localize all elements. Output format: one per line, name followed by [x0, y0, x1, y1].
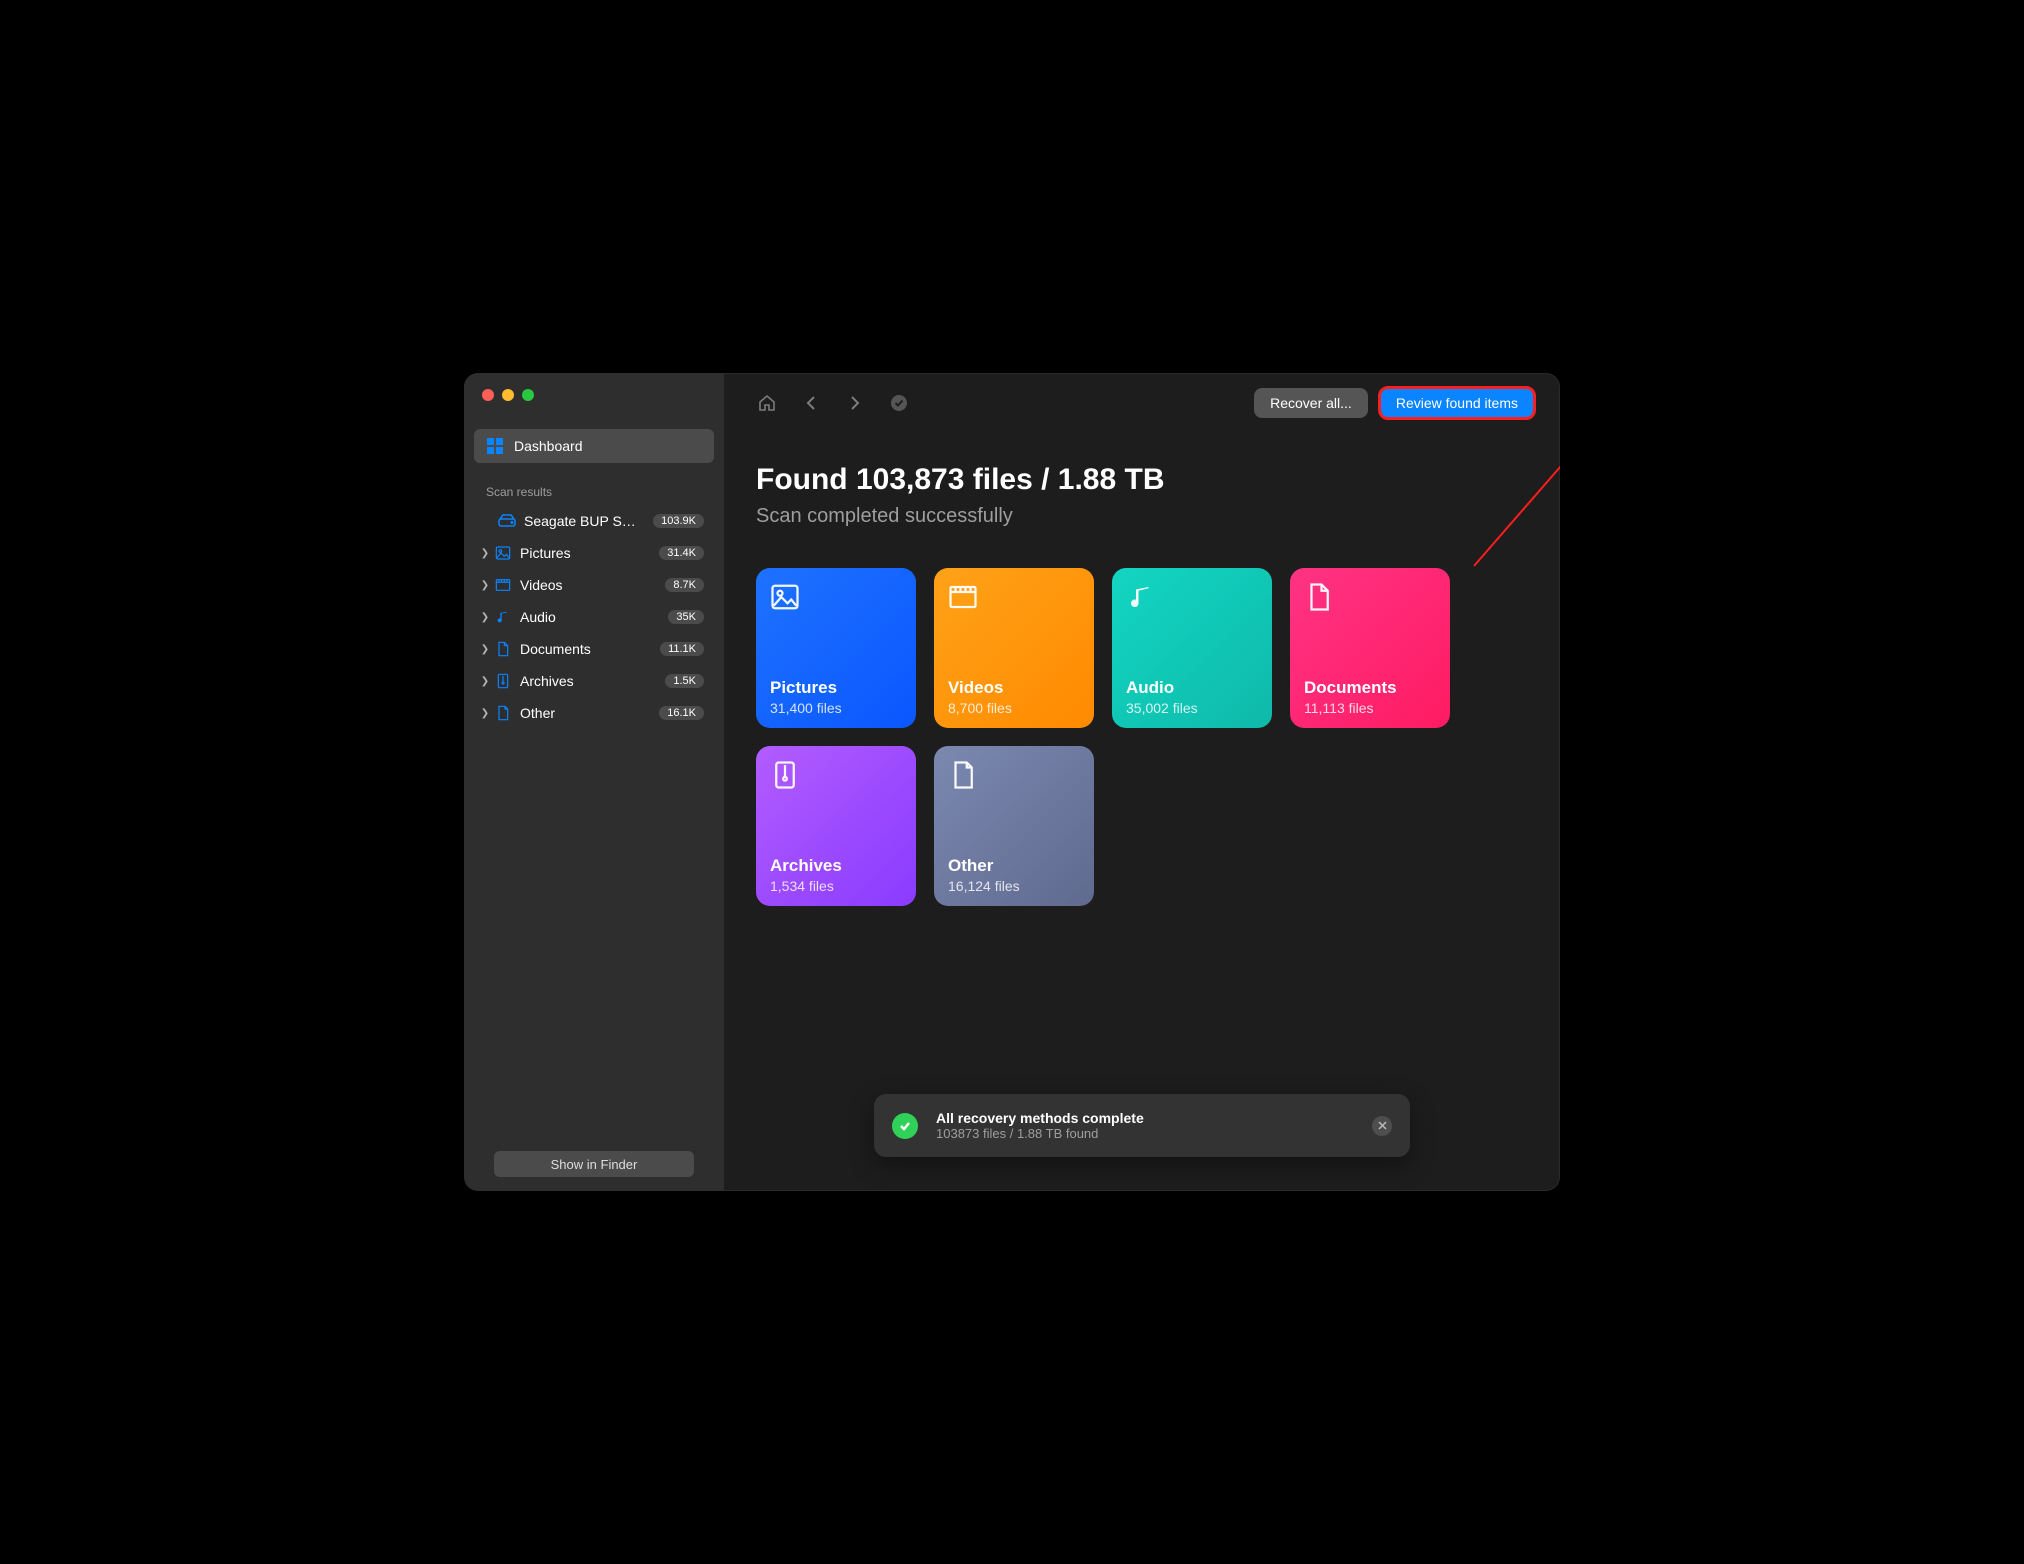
- tree-row-other[interactable]: ❯ Other 16.1K: [474, 697, 714, 729]
- card-subtitle: 8,700 files: [948, 700, 1080, 716]
- page-title: Found 103,873 files / 1.88 TB: [756, 463, 1534, 497]
- tree-row-label: Videos: [520, 577, 665, 593]
- tree-row-pictures[interactable]: ❯ Pictures 31.4K: [474, 537, 714, 569]
- audio-icon: [494, 609, 512, 625]
- picture-icon: [494, 545, 512, 561]
- tree-row-label: Archives: [520, 673, 665, 689]
- sidebar: Dashboard Scan results Seagate BUP S… 10…: [464, 373, 724, 1191]
- archive-icon: [770, 760, 800, 790]
- card-documents[interactable]: Documents 11,113 files: [1290, 568, 1450, 728]
- tree-row-archives[interactable]: ❯ Archives 1.5K: [474, 665, 714, 697]
- tree-row-videos[interactable]: ❯ Videos 8.7K: [474, 569, 714, 601]
- forward-icon[interactable]: [844, 392, 866, 414]
- tree-row-label: Audio: [520, 609, 668, 625]
- card-subtitle: 1,534 files: [770, 878, 902, 894]
- maximize-window-icon[interactable]: [522, 389, 534, 401]
- finder-label: Show in Finder: [551, 1157, 638, 1172]
- tree-row-badge: 11.1K: [660, 642, 704, 656]
- card-title: Videos: [948, 678, 1080, 698]
- card-subtitle: 11,113 files: [1304, 700, 1436, 716]
- other-icon: [948, 760, 978, 790]
- chevron-right-icon: ❯: [480, 548, 490, 559]
- recover-all-button[interactable]: Recover all...: [1254, 388, 1368, 418]
- page-subtitle: Scan completed successfully: [756, 505, 1534, 528]
- tree-row-badge: 8.7K: [665, 578, 704, 592]
- card-title: Audio: [1126, 678, 1258, 698]
- sidebar-item-label: Dashboard: [514, 438, 583, 454]
- minimize-window-icon[interactable]: [502, 389, 514, 401]
- card-title: Documents: [1304, 678, 1436, 698]
- toast-close-button[interactable]: [1372, 1116, 1392, 1136]
- drive-icon: [498, 514, 516, 528]
- audio-icon: [1126, 582, 1156, 612]
- toast-subtitle: 103873 files / 1.88 TB found: [936, 1126, 1144, 1141]
- video-icon: [948, 582, 978, 612]
- card-pictures[interactable]: Pictures 31,400 files: [756, 568, 916, 728]
- sidebar-footer: Show in Finder: [474, 1151, 714, 1177]
- app-window: Dashboard Scan results Seagate BUP S… 10…: [464, 373, 1560, 1191]
- tree-row-label: Documents: [520, 641, 660, 657]
- window-controls: [482, 389, 714, 401]
- close-window-icon[interactable]: [482, 389, 494, 401]
- tree-drive-label: Seagate BUP S…: [524, 513, 653, 529]
- document-icon: [494, 641, 512, 657]
- status-toast: All recovery methods complete 103873 fil…: [874, 1094, 1410, 1157]
- success-check-icon: [892, 1113, 918, 1139]
- tree-row-label: Pictures: [520, 545, 659, 561]
- card-subtitle: 31,400 files: [770, 700, 902, 716]
- card-audio[interactable]: Audio 35,002 files: [1112, 568, 1272, 728]
- show-in-finder-button[interactable]: Show in Finder: [494, 1151, 694, 1177]
- card-title: Archives: [770, 856, 902, 876]
- card-subtitle: 16,124 files: [948, 878, 1080, 894]
- tree-row-documents[interactable]: ❯ Documents 11.1K: [474, 633, 714, 665]
- video-icon: [494, 577, 512, 593]
- review-found-items-button[interactable]: Review found items: [1380, 388, 1534, 418]
- other-icon: [494, 705, 512, 721]
- sidebar-item-dashboard[interactable]: Dashboard: [474, 429, 714, 463]
- card-title: Pictures: [770, 678, 902, 698]
- back-icon[interactable]: [800, 392, 822, 414]
- toast-title: All recovery methods complete: [936, 1110, 1144, 1126]
- tree-row-badge: 31.4K: [659, 546, 704, 560]
- main-content: Recover all... Review found items Found …: [724, 373, 1560, 1191]
- tree-row-badge: 16.1K: [659, 706, 704, 720]
- check-circle-icon[interactable]: [888, 392, 910, 414]
- dashboard-icon: [486, 437, 504, 455]
- home-icon[interactable]: [756, 392, 778, 414]
- card-videos[interactable]: Videos 8,700 files: [934, 568, 1094, 728]
- card-other[interactable]: Other 16,124 files: [934, 746, 1094, 906]
- chevron-right-icon: ❯: [480, 708, 490, 719]
- toolbar: Recover all... Review found items: [756, 373, 1534, 433]
- sidebar-section-title: Scan results: [486, 485, 714, 499]
- chevron-right-icon: ❯: [480, 644, 490, 655]
- tree-row-label: Other: [520, 705, 659, 721]
- recover-all-label: Recover all...: [1270, 395, 1352, 411]
- tree-row-badge: 1.5K: [665, 674, 704, 688]
- chevron-right-icon: ❯: [480, 612, 490, 623]
- category-cards: Pictures 31,400 files Videos 8,700 files…: [756, 568, 1534, 906]
- archive-icon: [494, 673, 512, 689]
- chevron-right-icon: ❯: [480, 580, 490, 591]
- scan-results-tree: Seagate BUP S… 103.9K ❯ Pictures 31.4K ❯…: [474, 505, 714, 729]
- picture-icon: [770, 582, 800, 612]
- tree-row-badge: 35K: [668, 610, 704, 624]
- card-title: Other: [948, 856, 1080, 876]
- card-subtitle: 35,002 files: [1126, 700, 1258, 716]
- chevron-right-icon: ❯: [480, 676, 490, 687]
- tree-row-audio[interactable]: ❯ Audio 35K: [474, 601, 714, 633]
- tree-drive-badge: 103.9K: [653, 514, 704, 528]
- card-archives[interactable]: Archives 1,534 files: [756, 746, 916, 906]
- document-icon: [1304, 582, 1334, 612]
- tree-drive-row[interactable]: Seagate BUP S… 103.9K: [474, 505, 714, 537]
- review-label: Review found items: [1396, 395, 1518, 411]
